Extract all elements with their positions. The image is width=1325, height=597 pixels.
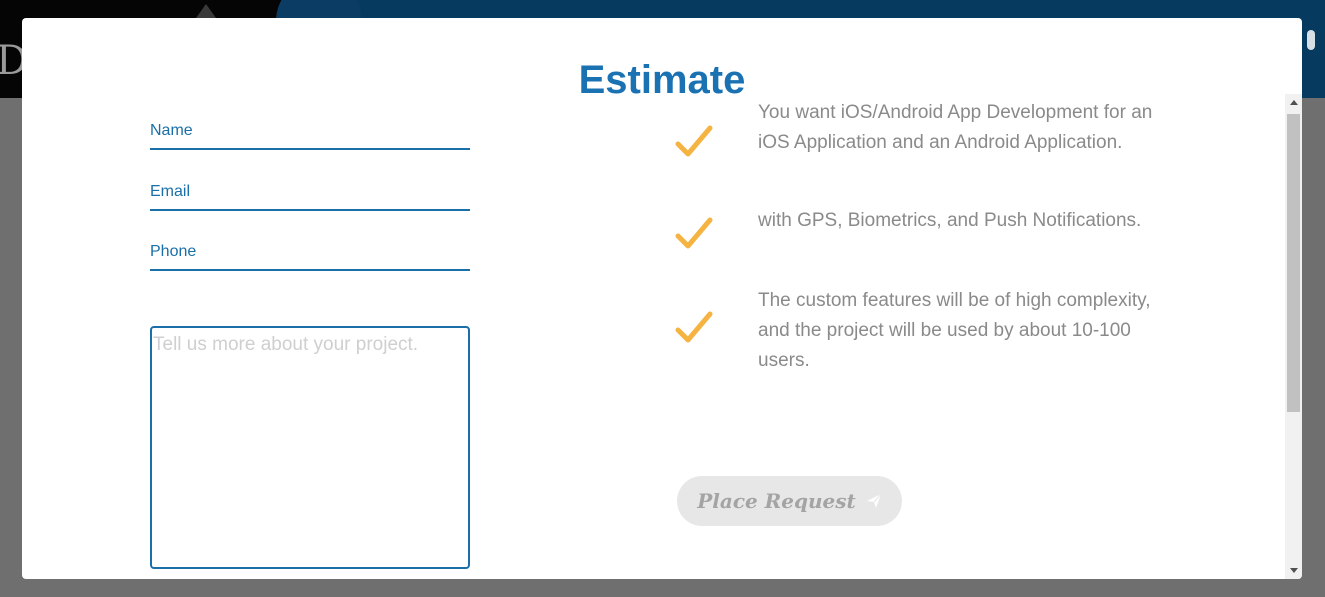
summary-text: You want iOS/Android App Development for… (758, 102, 1153, 153)
email-field[interactable]: Email (150, 173, 474, 211)
project-description-textarea[interactable] (150, 326, 470, 569)
scroll-down-arrow-icon[interactable] (1285, 562, 1302, 579)
phone-field[interactable]: Phone (150, 233, 474, 271)
name-input[interactable] (150, 112, 474, 150)
summary-text: The custom features will be of high comp… (758, 290, 1151, 371)
scroll-up-arrow-icon[interactable] (1285, 94, 1302, 111)
checkmark-icon (675, 125, 713, 157)
summary-text: with GPS, Biometrics, and Push Notificat… (758, 210, 1142, 231)
estimate-modal: Estimate Name Email Phone You want iOS/A… (22, 18, 1302, 579)
scrollbar-thumb[interactable] (1287, 114, 1300, 412)
checkmark-icon (675, 217, 713, 249)
modal-scrollbar[interactable] (1285, 94, 1302, 579)
background-header-control (1307, 30, 1315, 50)
background-logo-peak (196, 4, 216, 18)
place-request-button[interactable]: Place Request (677, 476, 902, 526)
send-icon (866, 493, 882, 508)
place-request-label: Place Request (697, 489, 856, 513)
modal-title: Estimate (578, 58, 746, 102)
checkmark-icon (675, 311, 713, 343)
email-input[interactable] (150, 173, 474, 211)
phone-input[interactable] (150, 233, 474, 271)
name-field[interactable]: Name (150, 112, 474, 150)
